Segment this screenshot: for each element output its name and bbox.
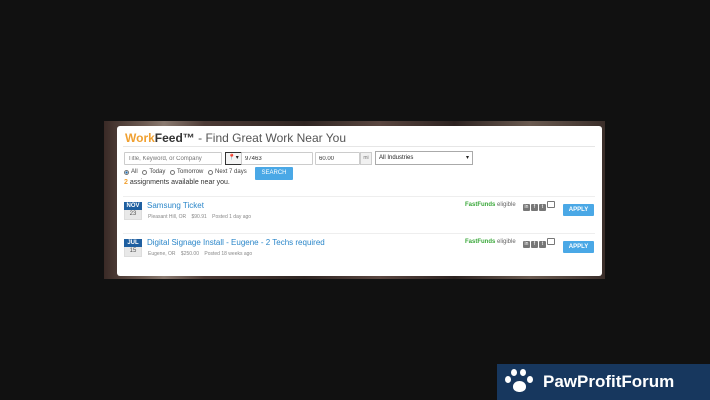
location-pin-button[interactable]: 📍▾ <box>225 152 242 165</box>
chevron-down-icon: ▾ <box>465 155 469 161</box>
date-filter-group: All Today Tomorrow Next 7 days <box>124 169 250 177</box>
job-title-link[interactable]: Digital Signage Install - Eugene - 2 Tec… <box>147 238 325 247</box>
job-divider <box>123 233 595 234</box>
facebook-icon[interactable]: f <box>531 204 538 211</box>
job-location: Pleasant Hill, OR <box>148 214 187 220</box>
fastfunds-eligible: FastFunds eligible <box>465 239 516 245</box>
industry-select[interactable]: All Industries ▾ <box>375 151 473 165</box>
share-icons: in f t <box>523 201 556 211</box>
map-pin-icon: 📍▾ <box>228 155 239 161</box>
facebook-icon[interactable]: f <box>531 241 538 248</box>
job-row: JUL 15 Digital Signage Install - Eugene … <box>117 238 602 269</box>
radio-unselected <box>170 169 176 175</box>
fastfunds-label: FastFunds <box>465 202 496 208</box>
results-count-text: assignments available near you. <box>127 179 230 186</box>
date-month: JUL <box>124 239 142 247</box>
linkedin-icon[interactable]: in <box>523 241 530 248</box>
radio-selected <box>124 169 129 175</box>
linkedin-icon[interactable]: in <box>523 204 530 211</box>
radius-unit: mi <box>360 152 372 165</box>
job-pay: $250.00 <box>180 251 199 257</box>
industry-selected: All Industries <box>379 155 414 161</box>
eligible-text: eligible <box>495 239 516 245</box>
twitter-icon[interactable]: t <box>539 204 546 211</box>
twitter-icon[interactable]: t <box>539 241 546 248</box>
filter-all[interactable]: All <box>124 169 138 175</box>
filter-today[interactable]: Today <box>142 169 165 175</box>
fastfunds-label: FastFunds <box>465 239 496 245</box>
keyword-input[interactable] <box>124 152 222 165</box>
email-icon[interactable] <box>547 201 555 208</box>
date-day: 15 <box>124 247 142 257</box>
search-button[interactable]: SEARCH <box>255 167 293 180</box>
workfeed-widget: WorkFeed™ - Find Great Work Near You 📍▾ … <box>117 126 602 276</box>
filter-label: All <box>131 169 138 175</box>
job-pay: $90.91 <box>191 214 207 220</box>
results-count: 2 assignments available near you. <box>124 179 230 186</box>
job-meta: Eugene, OR $250.00 Posted 18 weeks ago <box>148 251 256 257</box>
paw-icon <box>505 368 533 396</box>
apply-button[interactable]: APPLY <box>563 241 594 253</box>
email-icon[interactable] <box>547 238 555 245</box>
job-posted: Posted 18 weeks ago <box>204 251 253 257</box>
radio-unselected <box>208 169 214 175</box>
job-location: Eugene, OR <box>148 251 176 257</box>
results-divider <box>123 196 595 197</box>
job-title-link[interactable]: Samsung Ticket <box>147 201 204 210</box>
filter-label: Next 7 days <box>215 169 247 175</box>
job-meta: Pleasant Hill, OR $90.91 Posted 1 day ag… <box>148 214 255 220</box>
radius-input[interactable] <box>315 152 360 165</box>
zip-input[interactable] <box>241 152 313 165</box>
date-badge: NOV 23 <box>124 202 142 220</box>
date-day: 23 <box>124 210 142 220</box>
brand-feed: Feed™ <box>154 131 195 145</box>
watermark-text: PawProfitForum <box>543 372 675 391</box>
job-posted: Posted 1 day ago <box>212 214 252 220</box>
filter-label: Today <box>149 169 166 175</box>
job-row: NOV 23 Samsung Ticket Pleasant Hill, OR … <box>117 201 602 232</box>
radio-unselected <box>142 169 148 175</box>
tagline: - Find Great Work Near You <box>194 131 346 145</box>
title-divider <box>123 146 595 147</box>
date-month: NOV <box>124 202 142 210</box>
filter-tomorrow[interactable]: Tomorrow <box>170 169 203 175</box>
apply-button[interactable]: APPLY <box>563 204 594 216</box>
brand-work: Work <box>125 131 155 145</box>
fastfunds-eligible: FastFunds eligible <box>465 202 516 208</box>
watermark: PawProfitForum <box>497 364 710 400</box>
filter-label: Tomorrow <box>177 169 204 175</box>
eligible-text: eligible <box>495 202 516 208</box>
date-badge: JUL 15 <box>124 239 142 257</box>
filter-next-7-days[interactable]: Next 7 days <box>208 169 247 175</box>
widget-title: WorkFeed™ - Find Great Work Near You <box>125 131 346 145</box>
share-icons: in f t <box>523 238 556 248</box>
